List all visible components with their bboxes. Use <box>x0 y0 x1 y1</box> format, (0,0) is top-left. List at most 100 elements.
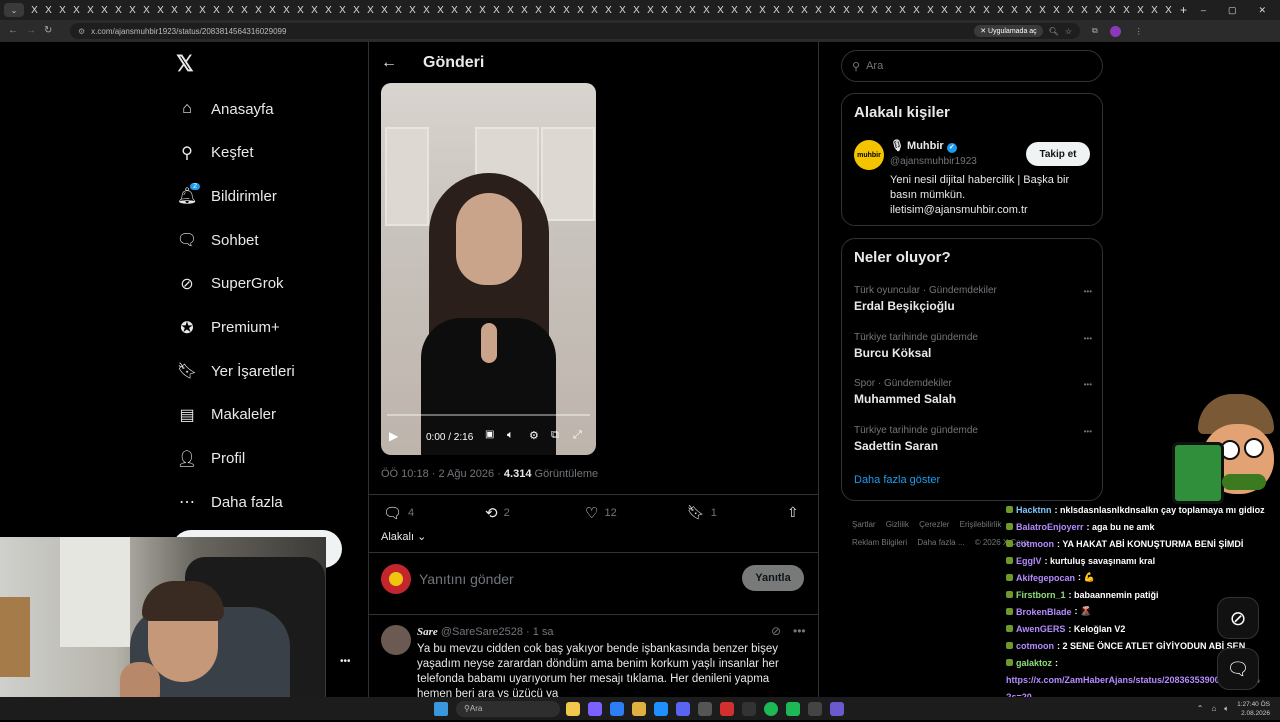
speaker-icon[interactable]: 🔈︎ <box>1224 704 1229 714</box>
sidebar-item-9[interactable]: ⋯ Daha fazla <box>176 487 283 517</box>
messages-float-icon[interactable]: 🗨︎ <box>1217 648 1259 690</box>
browser-tab[interactable]: X <box>1120 3 1133 17</box>
browser-tab[interactable]: X <box>1078 3 1091 17</box>
chat-username[interactable]: Akifegepocan <box>1016 573 1075 583</box>
reply-input[interactable]: Yanıtını gönder <box>419 571 514 587</box>
browser-tab[interactable]: X <box>714 3 727 17</box>
browser-tab[interactable]: X <box>126 3 139 17</box>
trend-more-icon[interactable]: ••• <box>1084 427 1092 436</box>
zoom-icon[interactable]: 🔍︎ <box>1049 27 1059 36</box>
chat-username[interactable]: cotmoon <box>1016 539 1054 549</box>
browser-tab[interactable]: X <box>210 3 223 17</box>
search-input[interactable]: Ara <box>866 60 883 72</box>
trend-item[interactable]: Türkiye tarihinde gündemde Burcu Köksal ••… <box>854 332 1092 360</box>
chat-username[interactable]: AwenGERS <box>1016 624 1065 634</box>
browser-tab[interactable]: X <box>350 3 363 17</box>
browser-tab[interactable]: X <box>98 3 111 17</box>
taskbar-search[interactable]: ⚲ Ara <box>456 700 560 717</box>
windows-start-icon[interactable] <box>434 701 448 716</box>
trend-more-icon[interactable]: ••• <box>1084 287 1092 296</box>
browser-tab[interactable]: X <box>770 3 783 17</box>
browser-tab[interactable]: X <box>490 3 503 17</box>
browser-tab[interactable]: X <box>1148 3 1161 17</box>
browser-tab[interactable]: X <box>266 3 279 17</box>
open-in-app-button[interactable]: ✕ Uygulamada aç <box>974 25 1043 37</box>
browser-tab[interactable]: X <box>1134 3 1147 17</box>
picture-in-picture-icon[interactable]: ⧉ <box>551 429 559 442</box>
browser-tab[interactable]: X <box>336 3 349 17</box>
muhbir-avatar[interactable]: muhbir <box>854 140 884 170</box>
browser-tab[interactable]: X <box>700 3 713 17</box>
footer-link[interactable]: Şartlar <box>852 520 876 529</box>
app-taskbar-icon[interactable] <box>698 701 712 716</box>
reply-button[interactable]: Yanıtla <box>742 565 804 591</box>
trend-more-icon[interactable]: ••• <box>1084 334 1092 343</box>
browser-tab[interactable]: X <box>462 3 475 17</box>
footer-link[interactable]: Erişilebilirlik <box>960 520 1002 529</box>
app-taskbar-icon[interactable] <box>786 701 800 716</box>
browser-tab[interactable]: X <box>238 3 251 17</box>
muhbir-name-row[interactable]: 🎙︎ Muhbir ✓ <box>890 139 957 153</box>
star-icon[interactable]: ☆ <box>1065 27 1072 36</box>
app-taskbar-icon[interactable] <box>720 701 734 716</box>
chat-username[interactable]: BrokenBlade <box>1016 607 1072 617</box>
tab-search-button[interactable]: ⌄ <box>4 3 24 17</box>
browser-tab[interactable]: X <box>70 3 83 17</box>
reply-more-icon[interactable]: ••• <box>793 624 806 638</box>
browser-tab[interactable]: X <box>448 3 461 17</box>
browser-tab[interactable]: X <box>1064 3 1077 17</box>
tray-chevron-icon[interactable]: ⌃ <box>1197 704 1204 713</box>
browser-tab[interactable]: X <box>966 3 979 17</box>
browser-tab[interactable]: X <box>56 3 69 17</box>
browser-tab[interactable]: X <box>504 3 517 17</box>
video-player[interactable]: ▶ 0:00 / 2:16 ▣ 🔈︎ ⚙ ⧉ ⤢ <box>381 83 596 455</box>
browser-tab[interactable]: X <box>1008 3 1021 17</box>
footer-link[interactable]: Çerezler <box>919 520 949 529</box>
back-arrow-icon[interactable]: ← <box>381 54 397 72</box>
app-taskbar-icon[interactable] <box>808 701 822 716</box>
browser-tab[interactable]: X <box>630 3 643 17</box>
trend-more-icon[interactable]: ••• <box>1084 380 1092 389</box>
trend-item[interactable]: Türk oyuncular · Gündemdekiler Erdal Beşi… <box>854 285 1092 313</box>
grok-icon[interactable]: ⊘ <box>771 624 781 638</box>
footer-link[interactable]: Reklam Bilgileri <box>852 538 907 547</box>
browser-tab[interactable]: X <box>1036 3 1049 17</box>
browser-tab[interactable]: X <box>728 3 741 17</box>
browser-tab[interactable]: X <box>168 3 181 17</box>
related-dropdown[interactable]: Alakalı ⌄ <box>381 530 426 543</box>
fullscreen-icon[interactable]: ⤢ <box>573 429 582 442</box>
browser-tab[interactable]: X <box>378 3 391 17</box>
browser-tab[interactable]: X <box>910 3 923 17</box>
browser-tab[interactable]: X <box>574 3 587 17</box>
browser-tab[interactable]: X <box>952 3 965 17</box>
browser-tab[interactable]: X <box>434 3 447 17</box>
browser-tab[interactable]: X <box>84 3 97 17</box>
browser-tab[interactable]: X <box>518 3 531 17</box>
sidebar-item-7[interactable]: ▤ Makaleler <box>176 400 276 430</box>
browser-tab[interactable]: X <box>868 3 881 17</box>
browser-tab[interactable]: X <box>1162 3 1175 17</box>
sidebar-item-6[interactable]: 🔖︎ Yer İşaretleri <box>176 356 295 386</box>
search-box[interactable]: ⚲ Ara <box>841 50 1103 82</box>
browser-tab[interactable]: X <box>406 3 419 17</box>
browser-tab[interactable]: X <box>42 3 55 17</box>
address-bar[interactable]: ⚙ x.com/ajansmuhbir1923/status/208381456… <box>70 23 1080 39</box>
repost-action[interactable]: ⟲ 2 <box>485 504 510 522</box>
folder-taskbar-icon[interactable] <box>632 701 646 716</box>
browser-tab[interactable]: X <box>420 3 433 17</box>
browser-tab[interactable]: X <box>294 3 307 17</box>
grok-float-icon[interactable]: ⊘ <box>1217 597 1259 639</box>
maximize-button[interactable]: ▢ <box>1228 5 1237 16</box>
browser-tab[interactable]: X <box>686 3 699 17</box>
discord-taskbar-icon[interactable] <box>676 701 690 716</box>
app-taskbar-icon[interactable] <box>654 701 668 716</box>
chat-username[interactable]: EggIV <box>1016 556 1042 566</box>
footer-link[interactable]: Gizlilik <box>886 520 909 529</box>
settings-icon[interactable]: ⚙ <box>529 429 539 442</box>
browser-tab[interactable]: X <box>532 3 545 17</box>
follow-button[interactable]: Takip et <box>1026 142 1090 166</box>
close-window-button[interactable]: ✕ <box>1258 5 1266 16</box>
app-taskbar-icon[interactable] <box>742 701 756 716</box>
reload-icon[interactable]: ↻ <box>44 25 52 36</box>
browser-tab[interactable]: X <box>882 3 895 17</box>
